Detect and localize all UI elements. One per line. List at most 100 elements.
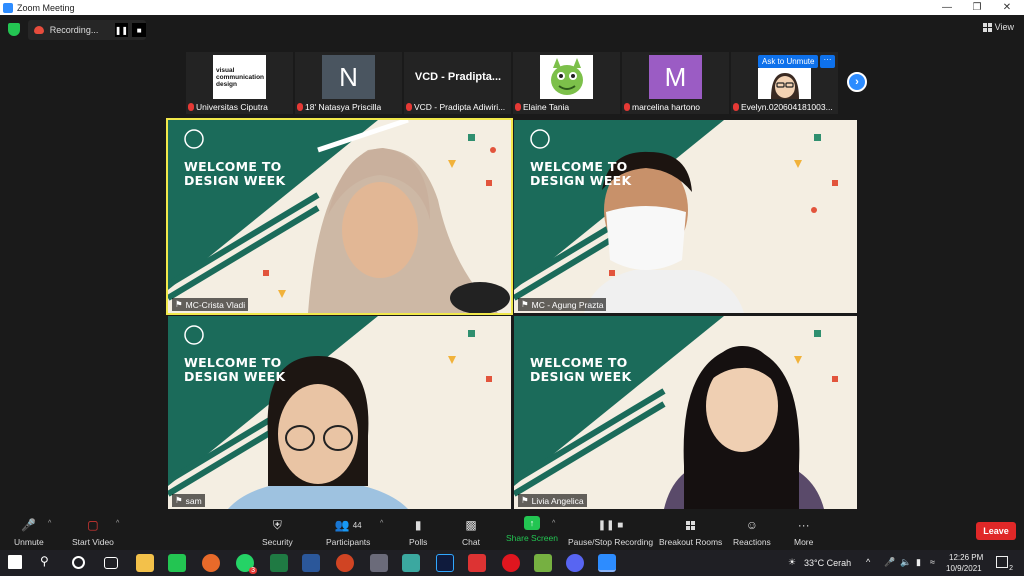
thumbnail-universitas-ciputra[interactable]: visual communication design Universitas … bbox=[186, 52, 293, 114]
mic-tray-icon[interactable]: 🎤 bbox=[884, 557, 895, 568]
participants-count: 44 bbox=[352, 520, 362, 530]
polls-icon: ▮ bbox=[414, 518, 422, 532]
participant-name: Elaine Tania bbox=[523, 102, 570, 112]
polls-button[interactable]: ▮ Polls bbox=[409, 516, 427, 547]
audio-options-chevron-icon[interactable]: ^ bbox=[48, 520, 51, 527]
chat-button[interactable]: ▩ Chat bbox=[462, 516, 480, 547]
chevron-right-icon: › bbox=[855, 76, 859, 88]
participant-name: Evelyn.020604181003... bbox=[741, 102, 833, 112]
pause-recording-button[interactable]: ❚❚ bbox=[114, 23, 129, 37]
participants-label: Participants bbox=[326, 537, 371, 547]
share-screen-button[interactable]: ↑ Share Screen bbox=[506, 516, 558, 543]
firefox-icon[interactable] bbox=[202, 554, 220, 572]
participant-name: MC - Agung Prazta bbox=[531, 299, 604, 310]
clock-time[interactable]: 12:26 PM bbox=[949, 553, 983, 562]
unmute-label: Unmute bbox=[14, 537, 44, 547]
clock-date[interactable]: 10/9/2021 bbox=[946, 564, 982, 573]
file-explorer-icon[interactable] bbox=[136, 554, 154, 572]
video-tile-sam[interactable]: WELCOME TO DESIGN WEEK ⚑ sam bbox=[168, 316, 511, 509]
avatar-name-text: VCD - Pradipta... bbox=[414, 71, 502, 83]
pause-stop-recording-button[interactable]: ❚❚ ■ Pause/Stop Recording bbox=[568, 516, 654, 548]
thumbnail-vcd-pradipta[interactable]: VCD - Pradipta... VCD - Pradipta Adiwiri… bbox=[404, 52, 511, 114]
welcome-title-line2: DESIGN WEEK bbox=[530, 173, 632, 188]
wifi-icon[interactable]: ≈ bbox=[930, 557, 935, 567]
polls-label: Polls bbox=[409, 537, 428, 547]
tray-chevron-icon[interactable]: ^ bbox=[866, 557, 870, 567]
participant-more-button[interactable]: ··· bbox=[820, 55, 835, 68]
avatar: VCD - Pradipta... bbox=[408, 55, 508, 99]
welcome-title-line2: DESIGN WEEK bbox=[184, 369, 286, 384]
zoom-taskbar-icon[interactable] bbox=[598, 554, 616, 572]
battery-icon[interactable]: ▮ bbox=[916, 557, 921, 568]
participant-name: Livia Angelica bbox=[531, 495, 584, 506]
meeting-toolbar: 🎤 Unmute ^ ▢ Start Video ^ ⛨ Security 👥 … bbox=[0, 512, 1024, 550]
share-options-chevron-icon[interactable]: ^ bbox=[552, 520, 555, 527]
participants-chevron-icon[interactable]: ^ bbox=[380, 520, 383, 527]
video-tile-agung[interactable]: WELCOME TO DESIGN WEEK ⚑ MC - Agung Praz… bbox=[514, 120, 857, 313]
next-page-button[interactable]: › bbox=[847, 72, 867, 92]
speaker-icon[interactable]: 🔈 bbox=[900, 557, 911, 568]
ask-to-unmute-button[interactable]: Ask to Unmute bbox=[758, 55, 819, 68]
pause-stop-icon: ❚❚ ■ bbox=[597, 519, 624, 531]
encryption-shield-icon[interactable] bbox=[8, 23, 20, 36]
whatsapp-icon[interactable]: 3 bbox=[236, 554, 257, 574]
ellipsis-icon: ··· bbox=[797, 518, 810, 532]
minimize-button[interactable]: — bbox=[932, 0, 962, 15]
word-icon[interactable] bbox=[302, 554, 320, 572]
excel-icon[interactable] bbox=[270, 554, 288, 572]
breakout-rooms-button[interactable]: Breakout Rooms bbox=[659, 516, 722, 547]
more-button[interactable]: ··· More bbox=[794, 516, 813, 547]
unmute-button[interactable]: 🎤 Unmute bbox=[14, 516, 44, 547]
view-button[interactable]: View bbox=[982, 22, 1014, 32]
recording-label: Recording... bbox=[49, 25, 99, 35]
security-button[interactable]: ⛨ Security bbox=[262, 516, 293, 548]
share-screen-label: Share Screen bbox=[506, 533, 558, 543]
leave-button[interactable]: Leave bbox=[976, 522, 1016, 540]
powerpoint-icon[interactable] bbox=[336, 554, 354, 572]
participants-button[interactable]: 👥 44 Participants bbox=[326, 516, 370, 547]
stop-recording-button[interactable]: ■ bbox=[132, 23, 146, 37]
avatar bbox=[540, 55, 593, 99]
discord-icon[interactable] bbox=[566, 554, 584, 572]
welcome-title-line1: WELCOME TO bbox=[184, 159, 282, 174]
task-view-icon[interactable] bbox=[104, 557, 118, 569]
participant-name-label: ⚑ MC - Agung Prazta bbox=[518, 298, 607, 311]
weather-label[interactable]: 33°C Cerah bbox=[804, 558, 851, 568]
photoshop-icon[interactable] bbox=[436, 554, 454, 572]
pin-icon: ⚑ bbox=[521, 495, 529, 505]
opera-icon[interactable] bbox=[502, 554, 520, 572]
start-video-button[interactable]: ▢ Start Video bbox=[72, 516, 114, 547]
maximize-button[interactable]: ❐ bbox=[962, 0, 992, 15]
close-button[interactable]: ✕ bbox=[992, 0, 1022, 15]
welcome-title-line2: DESIGN WEEK bbox=[184, 173, 286, 188]
video-tile-livia[interactable]: WELCOME TO DESIGN WEEK ⚑ Livia Angelica bbox=[514, 316, 857, 509]
app-icon[interactable] bbox=[370, 554, 388, 572]
thumbnail-natasya[interactable]: N 18' Natasya Priscilla bbox=[295, 52, 402, 114]
window-title: Zoom Meeting bbox=[17, 2, 75, 13]
weather-icon[interactable]: ☀ bbox=[788, 557, 796, 568]
reactions-label: Reactions bbox=[733, 537, 771, 547]
breakout-rooms-icon bbox=[682, 516, 700, 534]
reactions-button[interactable]: ☺ Reactions bbox=[733, 516, 771, 547]
thumbnail-elaine-tania[interactable]: Elaine Tania bbox=[513, 52, 620, 114]
utorrent-icon[interactable] bbox=[534, 554, 552, 572]
smiley-plus-icon: ☺ bbox=[745, 518, 759, 532]
welcome-title-line1: WELCOME TO bbox=[184, 355, 282, 370]
pause-stop-label: Pause/Stop Recording bbox=[568, 537, 654, 547]
line-app-icon[interactable] bbox=[168, 554, 186, 572]
app-3-icon[interactable] bbox=[402, 554, 420, 572]
search-icon[interactable]: ⚲ bbox=[40, 554, 58, 572]
zoom-app-icon bbox=[3, 2, 13, 13]
notification-center-icon[interactable]: 2 bbox=[996, 556, 1013, 572]
video-options-chevron-icon[interactable]: ^ bbox=[116, 520, 119, 527]
participant-name: VCD - Pradipta Adiwiri... bbox=[414, 102, 506, 112]
thumbnail-marcelina[interactable]: M marcelina hartono bbox=[622, 52, 729, 114]
participant-name: sam bbox=[185, 495, 202, 506]
welcome-title-line1: WELCOME TO bbox=[530, 159, 628, 174]
video-tile-crista[interactable]: WELCOME TO DESIGN WEEK ⚑ MC-Crista Vladi bbox=[166, 118, 513, 315]
cortana-icon[interactable] bbox=[72, 556, 85, 569]
windows-start-icon[interactable] bbox=[8, 555, 22, 569]
cartoon-avatar-icon bbox=[770, 72, 799, 99]
camera-app-icon[interactable] bbox=[468, 554, 486, 572]
participant-name: MC-Crista Vladi bbox=[185, 299, 246, 310]
